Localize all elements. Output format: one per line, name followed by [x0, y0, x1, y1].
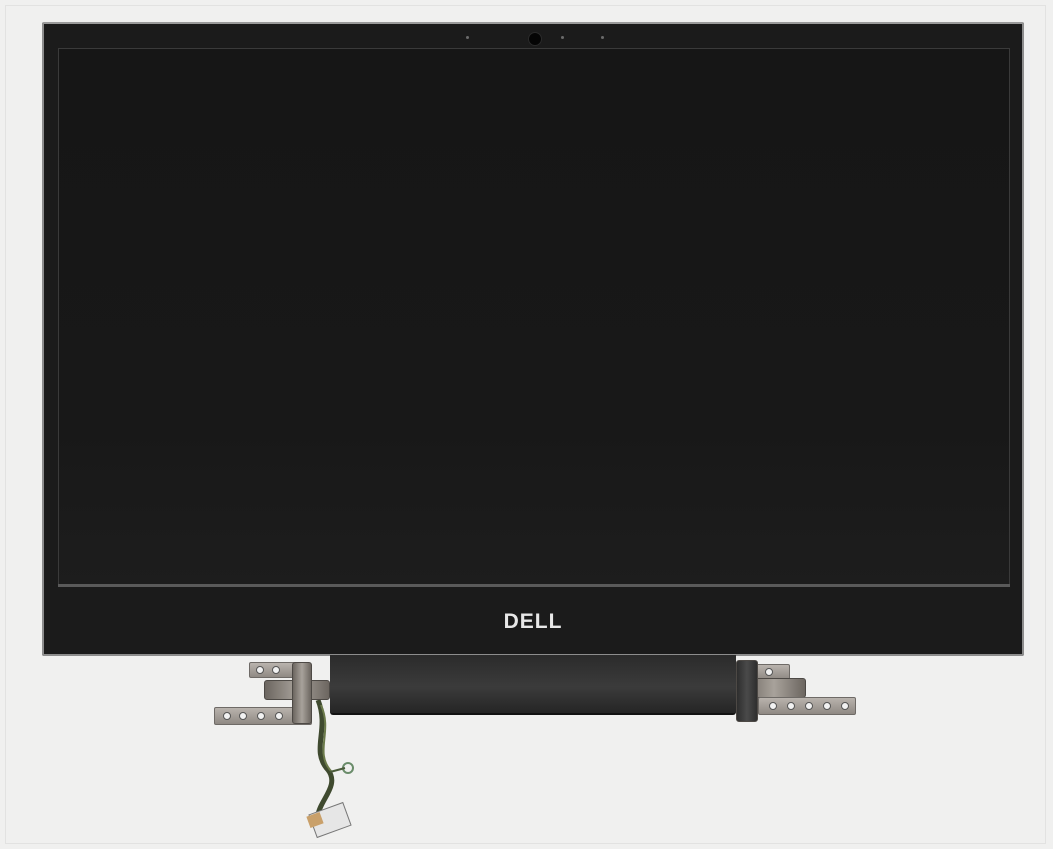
right-hinge-lower-bracket	[758, 697, 856, 715]
sensor-right	[561, 36, 564, 39]
display-cable	[306, 700, 354, 839]
right-hinge-spine	[736, 660, 758, 722]
lcd-panel	[58, 48, 1010, 586]
sensor-left	[466, 36, 469, 39]
panel-bottom-edge	[58, 584, 1010, 587]
laptop-display-assembly: DELL	[42, 22, 1024, 656]
webcam-icon	[528, 32, 542, 46]
dell-logo: DELL	[503, 610, 563, 633]
sensor-far-right	[601, 36, 604, 39]
